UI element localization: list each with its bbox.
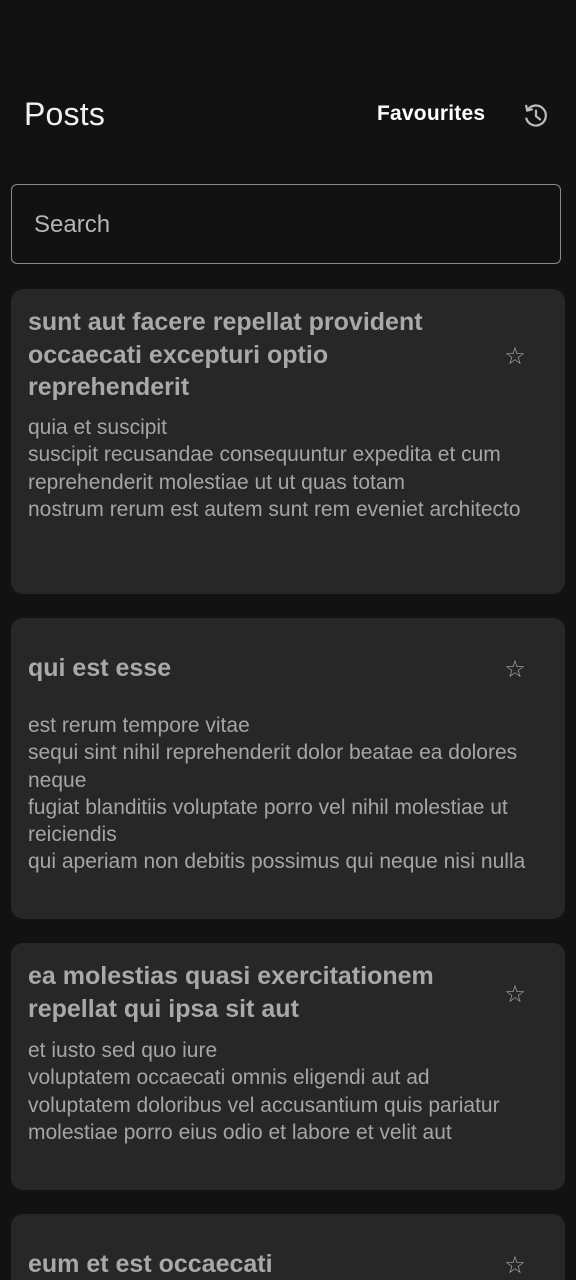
app-bar: Posts Favourites xyxy=(0,76,576,156)
search-field xyxy=(11,184,561,265)
page-title: Posts xyxy=(24,96,106,132)
star-icon[interactable]: ☆ xyxy=(501,656,529,684)
post-card[interactable]: ea molestias quasi exercitationem repell… xyxy=(11,943,565,1190)
post-body: est rerum tempore vitae sequi sint nihil… xyxy=(28,714,526,874)
post-title: eum et est occaecati xyxy=(28,1250,273,1278)
app-screen: Posts Favourites sunt aut facere repella… xyxy=(0,0,576,1280)
post-body: et iusto sed quo iure voluptatem occaeca… xyxy=(28,1039,500,1144)
search-input[interactable] xyxy=(32,185,542,265)
post-card[interactable]: qui est esse ☆ est rerum tempore vitae s… xyxy=(11,618,565,919)
post-title: sunt aut facere repellat provident occae… xyxy=(28,308,423,401)
post-card[interactable]: eum et est occaecati ☆ xyxy=(11,1214,565,1280)
post-body: quia et suscipit suscipit recusandae con… xyxy=(28,416,521,521)
history-icon xyxy=(525,104,547,127)
star-icon[interactable]: ☆ xyxy=(501,1252,529,1280)
favourites-button[interactable]: Favourites xyxy=(377,102,485,126)
post-card[interactable]: sunt aut facere repellat provident occae… xyxy=(11,289,565,594)
history-button[interactable] xyxy=(522,102,550,130)
star-icon[interactable]: ☆ xyxy=(501,981,529,1009)
post-title: ea molestias quasi exercitationem repell… xyxy=(28,962,434,1023)
post-title: qui est esse xyxy=(28,654,172,682)
star-icon[interactable]: ☆ xyxy=(501,343,529,371)
